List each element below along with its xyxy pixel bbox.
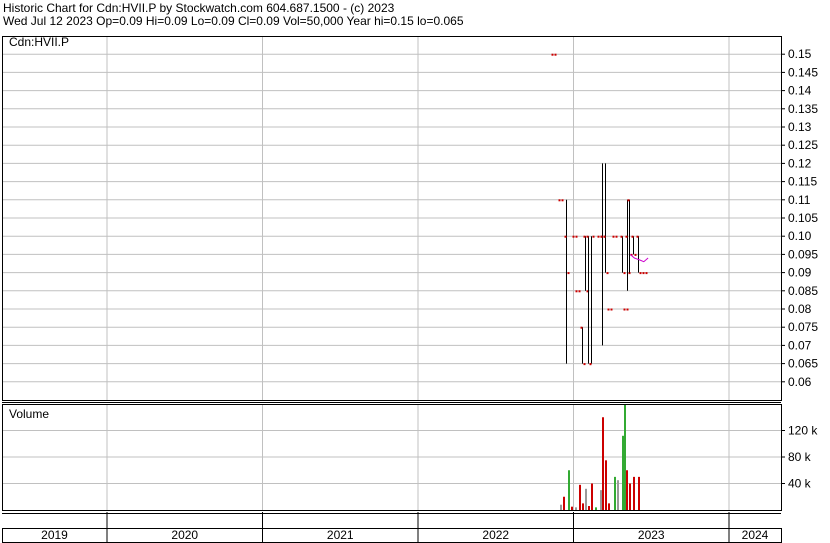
price-y-tick-label: 0.10 <box>788 229 812 243</box>
volume-bar <box>575 507 577 510</box>
price-close-tick <box>575 235 578 238</box>
price-open-tick <box>631 235 634 238</box>
price-y-tick-label: 0.11 <box>788 193 811 207</box>
price-open-tick <box>603 235 606 238</box>
volume-y-tick-label: 80 k <box>788 450 812 464</box>
price-y-tick-label: 0.13 <box>788 120 812 134</box>
x-axis-frame <box>2 528 782 543</box>
price-open-tick <box>636 235 639 238</box>
price-open-tick <box>580 326 583 329</box>
price-y-tick-label: 0.07 <box>788 338 812 352</box>
price-open-tick <box>600 235 603 238</box>
price-open-tick <box>575 290 578 293</box>
price-close-tick <box>645 272 648 275</box>
price-panel-title: Cdn:HVII.P <box>9 35 69 49</box>
price-open-tick <box>564 235 567 238</box>
price-close-tick <box>583 363 586 366</box>
volume-y-tick-label: 40 k <box>788 477 812 491</box>
price-close-tick <box>626 308 629 311</box>
price-open-tick <box>597 235 600 238</box>
price-y-tick-label: 0.06 <box>788 375 812 389</box>
volume-bar <box>563 496 565 510</box>
volume-y-tick-label: 120 k <box>788 424 818 438</box>
price-y-ticks: 0.15 0.145 0.14 0.135 0.13 0.125 0.12 0.115 0.11… <box>781 47 818 389</box>
volume-bar <box>626 470 628 510</box>
volume-y-ticks: 40 k 80 k 120 k <box>781 424 818 491</box>
volume-panel-title: Volume <box>9 407 49 421</box>
price-close-tick <box>578 290 581 293</box>
x-tick-label: 2024 <box>742 528 769 542</box>
price-open-tick <box>558 199 561 202</box>
price-close-tick <box>592 235 595 238</box>
price-y-tick-label: 0.125 <box>788 138 818 152</box>
recent-price-trace <box>629 254 649 263</box>
volume-bar <box>605 460 607 510</box>
x-tick-label: 2019 <box>41 528 68 542</box>
volume-bar <box>633 476 635 510</box>
volume-bar <box>602 417 604 510</box>
volume-bar <box>560 504 562 510</box>
price-open-tick <box>612 235 615 238</box>
price-y-tick-label: 0.08 <box>788 302 812 316</box>
price-open-tick <box>586 235 589 238</box>
volume-bar <box>571 506 573 510</box>
price-grid <box>2 36 781 400</box>
price-close-tick <box>606 272 609 275</box>
volume-bar <box>588 506 590 510</box>
price-open-tick <box>607 308 610 311</box>
volume-bar <box>585 488 587 510</box>
volume-bar <box>622 435 624 510</box>
volume-bar <box>614 476 616 510</box>
chart-canvas: Cdn:HVII.P Volume 0.15 0.145 0.14 0.135 0.13… <box>2 35 818 543</box>
price-close-tick <box>639 272 642 275</box>
volume-bar <box>608 503 610 510</box>
volume-bar <box>638 476 640 510</box>
volume-bar <box>617 480 619 510</box>
price-y-tick-label: 0.065 <box>788 357 818 371</box>
price-close-tick <box>615 235 618 238</box>
volume-bar <box>600 490 602 510</box>
price-open-tick <box>572 235 575 238</box>
volume-bar <box>629 483 631 510</box>
price-open-tick <box>620 235 623 238</box>
price-close-tick <box>554 53 557 56</box>
price-y-tick-label: 0.14 <box>788 84 812 98</box>
price-close-tick <box>567 272 570 275</box>
volume-bar <box>582 503 584 510</box>
volume-bar <box>591 483 593 510</box>
price-open-tick <box>589 363 592 366</box>
volume-bar <box>595 507 597 510</box>
price-y-tick-label: 0.09 <box>788 266 812 280</box>
volume-bar <box>624 404 626 510</box>
x-ticks: 2019 2020 2021 2022 2023 2024 <box>41 512 769 542</box>
x-tick-label: 2023 <box>638 528 665 542</box>
volume-bar <box>579 484 581 510</box>
price-y-tick-label: 0.085 <box>788 284 818 298</box>
price-close-tick <box>623 272 626 275</box>
price-marks <box>551 53 649 366</box>
price-y-tick-label: 0.075 <box>788 320 818 334</box>
price-y-tick-label: 0.12 <box>788 156 812 170</box>
price-open-tick <box>583 235 586 238</box>
price-close-tick <box>610 308 613 311</box>
price-y-tick-label: 0.15 <box>788 47 812 61</box>
price-y-tick-label: 0.095 <box>788 247 818 261</box>
chart-frames <box>2 36 782 543</box>
price-close-tick <box>561 199 564 202</box>
price-y-tick-label: 0.105 <box>788 211 818 225</box>
x-tick-label: 2020 <box>171 528 198 542</box>
price-open-tick <box>551 53 554 56</box>
x-tick-label: 2021 <box>327 528 354 542</box>
price-open-tick <box>642 272 645 275</box>
price-y-tick-label: 0.145 <box>788 65 818 79</box>
x-tick-label: 2022 <box>482 528 509 542</box>
price-open-tick <box>625 235 628 238</box>
price-y-tick-label: 0.115 <box>788 175 817 189</box>
price-open-tick <box>627 199 630 202</box>
volume-bar <box>568 470 570 510</box>
price-close-tick <box>634 253 637 256</box>
price-open-tick <box>623 308 626 311</box>
price-y-tick-label: 0.135 <box>788 102 818 116</box>
volume-grid <box>2 404 781 510</box>
